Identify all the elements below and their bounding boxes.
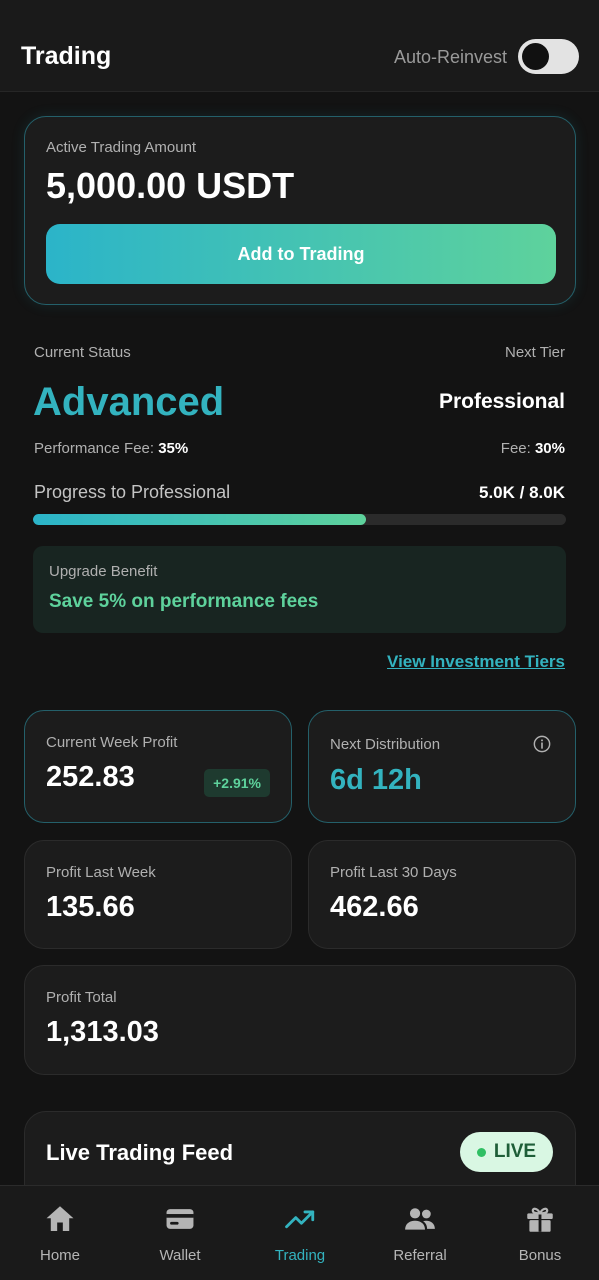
next-tier-value: Professional: [438, 390, 565, 413]
progress-bar: [33, 514, 566, 525]
active-trading-amount: 5,000.00 USDT: [46, 165, 295, 206]
next-distribution-value: 6d 12h: [330, 764, 422, 796]
current-week-profit-label: Current Week Profit: [46, 734, 178, 751]
nav-label-wallet: Wallet: [159, 1247, 201, 1264]
next-distribution-card: Next Distribution 6d 12h: [308, 710, 576, 823]
profit-last-30-days-value: 462.66: [330, 891, 419, 923]
profit-last-week-card: Profit Last Week 135.66: [24, 840, 292, 949]
upgrade-benefit-label: Upgrade Benefit: [49, 563, 158, 580]
top-bar: Trading Auto-Reinvest: [0, 0, 599, 92]
nav-item-trading[interactable]: Trading: [240, 1186, 360, 1280]
current-week-profit-card: Current Week Profit 252.83 +2.91%: [24, 710, 292, 823]
next-tier-label: Next Tier: [504, 344, 565, 361]
active-trading-label: Active Trading Amount: [46, 139, 197, 156]
nav-label-referral: Referral: [393, 1247, 447, 1264]
toggle-knob: [522, 43, 549, 70]
live-badge-label: LIVE: [493, 1141, 537, 1162]
live-dot-icon: [476, 1147, 486, 1157]
current-week-profit-value: 252.83: [46, 761, 135, 793]
view-investment-tiers-link[interactable]: View Investment Tiers: [387, 652, 565, 672]
bottom-nav: Home Wallet Trading Referral Bonus: [0, 1185, 599, 1280]
upgrade-benefit-box: Upgrade Benefit Save 5% on performance f…: [33, 546, 566, 633]
nav-item-wallet[interactable]: Wallet: [120, 1186, 240, 1280]
auto-reinvest-toggle[interactable]: [518, 39, 579, 74]
performance-fee: Performance Fee: 35%: [34, 440, 188, 457]
nav-item-referral[interactable]: Referral: [360, 1186, 480, 1280]
add-to-trading-button[interactable]: Add to Trading: [46, 224, 556, 284]
profit-last-week-value: 135.66: [46, 891, 135, 923]
active-trading-card: Active Trading Amount 5,000.00 USDT Add …: [24, 116, 576, 305]
performance-fee-value: 35%: [158, 440, 189, 457]
nav-label-trading: Trading: [274, 1247, 326, 1264]
gift-icon: [527, 1207, 553, 1232]
progress-label: Progress to Professional: [34, 482, 231, 502]
wallet-icon: [166, 1209, 194, 1229]
profit-total-card: Profit Total 1,313.03: [24, 965, 576, 1075]
progress-bar-fill: [33, 514, 367, 525]
info-icon[interactable]: [533, 735, 551, 753]
live-trading-feed-title: Live Trading Feed: [46, 1140, 234, 1165]
auto-reinvest-label: Auto-Reinvest: [393, 47, 507, 67]
current-status-label: Current Status: [34, 344, 131, 361]
profit-total-label: Profit Total: [46, 989, 117, 1006]
profit-last-30-days-label: Profit Last 30 Days: [330, 864, 457, 881]
nav-item-bonus[interactable]: Bonus: [480, 1186, 599, 1280]
current-status-value: Advanced: [33, 380, 225, 424]
weekly-change-badge: +2.91%: [204, 769, 270, 797]
nav-label-home: Home: [39, 1247, 80, 1264]
next-distribution-label: Next Distribution: [330, 736, 441, 753]
home-icon: [46, 1206, 74, 1232]
users-icon: [405, 1208, 435, 1230]
page-title: Trading: [21, 42, 112, 70]
live-badge: LIVE: [460, 1132, 553, 1172]
upgrade-benefit-value: Save 5% on performance fees: [49, 591, 319, 612]
profit-last-week-label: Profit Last Week: [46, 864, 156, 881]
performance-fee-label: Performance Fee:: [34, 440, 159, 457]
nav-label-bonus: Bonus: [518, 1247, 562, 1264]
next-fee-value: 30%: [534, 440, 565, 457]
profit-total-value: 1,313.03: [46, 1016, 159, 1048]
nav-item-home[interactable]: Home: [0, 1186, 120, 1280]
trending-up-icon: [285, 1210, 315, 1229]
profit-last-30-days-card: Profit Last 30 Days 462.66: [308, 840, 576, 949]
next-fee-label: Fee:: [500, 440, 535, 457]
progress-value: 5.0K / 8.0K: [479, 483, 565, 502]
next-tier-fee: Fee: 30%: [501, 440, 565, 457]
